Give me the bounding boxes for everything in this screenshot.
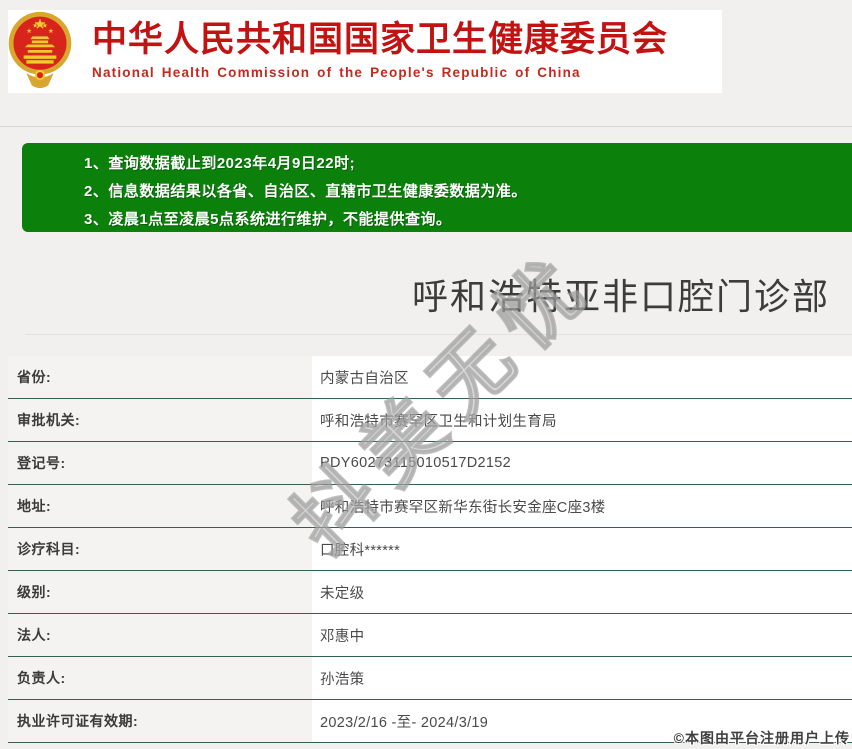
upload-credit-watermark: ©本图由平台注册用户上传 <box>674 728 850 748</box>
field-value: 未定级 <box>312 571 852 613</box>
page: 中华人民共和国国家卫生健康委员会 National Health Commiss… <box>0 0 852 749</box>
site-title-en: National Health Commission of the People… <box>92 65 712 80</box>
table-row: 登记号: PDY60273115010517D2152 <box>8 442 852 485</box>
field-label: 审批机关: <box>8 399 312 441</box>
field-value: 内蒙古自治区 <box>312 356 852 398</box>
field-label: 地址: <box>8 485 312 527</box>
table-row: 诊疗科目: 口腔科****** <box>8 528 852 571</box>
notice-banner: 1、查询数据截止到2023年4月9日22时; 2、信息数据结果以各省、自治区、直… <box>22 143 852 232</box>
field-label: 诊疗科目: <box>8 528 312 570</box>
table-row: 法人: 邓惠中 <box>8 614 852 657</box>
field-label: 省份: <box>8 356 312 398</box>
field-label: 执业许可证有效期: <box>8 700 312 742</box>
table-row: 省份: 内蒙古自治区 <box>8 356 852 399</box>
notice-line-3: 3、凌晨1点至凌晨5点系统进行维护，不能提供查询。 <box>84 206 852 234</box>
national-emblem-icon <box>6 6 74 94</box>
field-label: 级别: <box>8 571 312 613</box>
field-value: 邓惠中 <box>312 614 852 656</box>
table-row: 地址: 呼和浩特市赛罕区新华东街长安金座C座3楼 <box>8 485 852 528</box>
national-emblem-logo <box>6 6 74 94</box>
info-table: 省份: 内蒙古自治区 审批机关: 呼和浩特市赛罕区卫生和计划生育局 登记号: P… <box>8 356 852 743</box>
field-value: 口腔科****** <box>312 528 852 570</box>
field-label: 登记号: <box>8 442 312 484</box>
table-row: 级别: 未定级 <box>8 571 852 614</box>
clinic-name-title: 呼和浩特亚非口腔门诊部 <box>412 268 830 320</box>
table-row: 负责人: 孙浩策 <box>8 657 852 700</box>
field-label: 负责人: <box>8 657 312 699</box>
field-value: 呼和浩特市赛罕区卫生和计划生育局 <box>312 399 852 441</box>
header-titles: 中华人民共和国国家卫生健康委员会 National Health Commiss… <box>92 18 712 80</box>
site-title-cn: 中华人民共和国国家卫生健康委员会 <box>92 18 712 62</box>
table-row: 审批机关: 呼和浩特市赛罕区卫生和计划生育局 <box>8 399 852 442</box>
field-label: 法人: <box>8 614 312 656</box>
field-value: PDY60273115010517D2152 <box>312 442 852 484</box>
content-top-border <box>25 334 852 335</box>
site-header: 中华人民共和国国家卫生健康委员会 National Health Commiss… <box>8 10 722 93</box>
notice-line-1: 1、查询数据截止到2023年4月9日22时; <box>84 150 852 178</box>
field-value: 呼和浩特市赛罕区新华东街长安金座C座3楼 <box>312 485 852 527</box>
header-divider <box>0 126 852 127</box>
notice-line-2: 2、信息数据结果以各省、自治区、直辖市卫生健康委数据为准。 <box>84 178 852 206</box>
field-value: 孙浩策 <box>312 657 852 699</box>
